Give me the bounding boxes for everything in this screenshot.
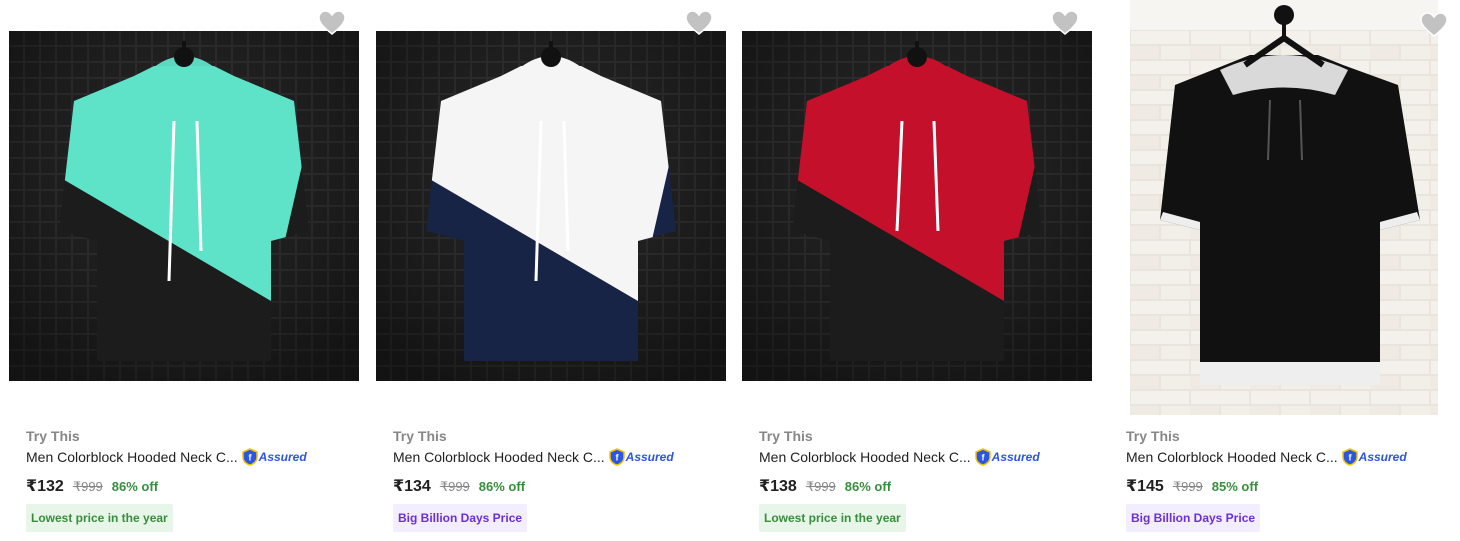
assured-badge: f Assured xyxy=(1341,448,1407,466)
assured-label: Assured xyxy=(1358,450,1407,464)
discount-percent: 85% off xyxy=(1211,479,1259,494)
product-title-row[interactable]: Men Colorblock Hooded Neck C... f Assure… xyxy=(26,448,307,466)
product-title[interactable]: Men Colorblock Hooded Neck C... xyxy=(1126,449,1338,465)
discount-percent: 86% off xyxy=(844,479,892,494)
product-card[interactable]: Try This Men Colorblock Hooded Neck C...… xyxy=(733,0,1099,541)
product-card[interactable]: Try This Men Colorblock Hooded Neck C...… xyxy=(1100,0,1460,541)
product-brand: Try This xyxy=(26,428,80,444)
selling-price: ₹134 xyxy=(393,478,431,495)
price-row: ₹134 ₹999 86% off xyxy=(393,476,525,496)
product-image[interactable] xyxy=(9,31,359,381)
product-image[interactable] xyxy=(742,31,1092,381)
assured-label: Assured xyxy=(625,450,674,464)
price-row: ₹145 ₹999 85% off xyxy=(1126,476,1258,496)
shield-icon: f xyxy=(608,448,625,466)
assured-badge: f Assured xyxy=(974,448,1040,466)
assured-badge: f Assured xyxy=(608,448,674,466)
selling-price: ₹145 xyxy=(1126,478,1164,495)
product-card[interactable]: Try This Men Colorblock Hooded Neck C...… xyxy=(0,0,366,541)
original-price: ₹999 xyxy=(72,479,103,494)
product-brand: Try This xyxy=(393,428,447,444)
product-card[interactable]: Try This Men Colorblock Hooded Neck C...… xyxy=(367,0,733,541)
offer-tag: Lowest price in the year xyxy=(26,504,173,532)
offer-tag: Big Billion Days Price xyxy=(393,504,528,532)
wishlist-heart-icon[interactable] xyxy=(1051,10,1079,36)
selling-price: ₹132 xyxy=(26,478,64,495)
assured-label: Assured xyxy=(258,450,307,464)
shield-icon: f xyxy=(974,448,991,466)
assured-badge: f Assured xyxy=(241,448,307,466)
product-title-row[interactable]: Men Colorblock Hooded Neck C... f Assure… xyxy=(1126,448,1407,466)
original-price: ₹999 xyxy=(805,479,836,494)
offer-tag: Lowest price in the year xyxy=(759,504,906,532)
product-title[interactable]: Men Colorblock Hooded Neck C... xyxy=(393,449,605,465)
price-row: ₹132 ₹999 86% off xyxy=(26,476,158,496)
shield-icon: f xyxy=(241,448,258,466)
wishlist-heart-icon[interactable] xyxy=(685,10,713,36)
shield-icon: f xyxy=(1341,448,1358,466)
assured-label: Assured xyxy=(991,450,1040,464)
product-title[interactable]: Men Colorblock Hooded Neck C... xyxy=(26,449,238,465)
product-image[interactable] xyxy=(376,31,726,381)
product-brand: Try This xyxy=(1126,428,1180,444)
product-title-row[interactable]: Men Colorblock Hooded Neck C... f Assure… xyxy=(759,448,1040,466)
product-title-row[interactable]: Men Colorblock Hooded Neck C... f Assure… xyxy=(393,448,674,466)
price-row: ₹138 ₹999 86% off xyxy=(759,476,891,496)
wishlist-heart-icon[interactable] xyxy=(1420,12,1448,38)
discount-percent: 86% off xyxy=(478,479,526,494)
product-title[interactable]: Men Colorblock Hooded Neck C... xyxy=(759,449,971,465)
product-grid: Try This Men Colorblock Hooded Neck C...… xyxy=(0,0,1460,541)
product-image[interactable] xyxy=(1130,0,1438,415)
original-price: ₹999 xyxy=(1172,479,1203,494)
offer-tag: Big Billion Days Price xyxy=(1126,504,1261,532)
wishlist-heart-icon[interactable] xyxy=(318,10,346,36)
discount-percent: 86% off xyxy=(111,479,159,494)
product-brand: Try This xyxy=(759,428,813,444)
selling-price: ₹138 xyxy=(759,478,797,495)
original-price: ₹999 xyxy=(439,479,470,494)
